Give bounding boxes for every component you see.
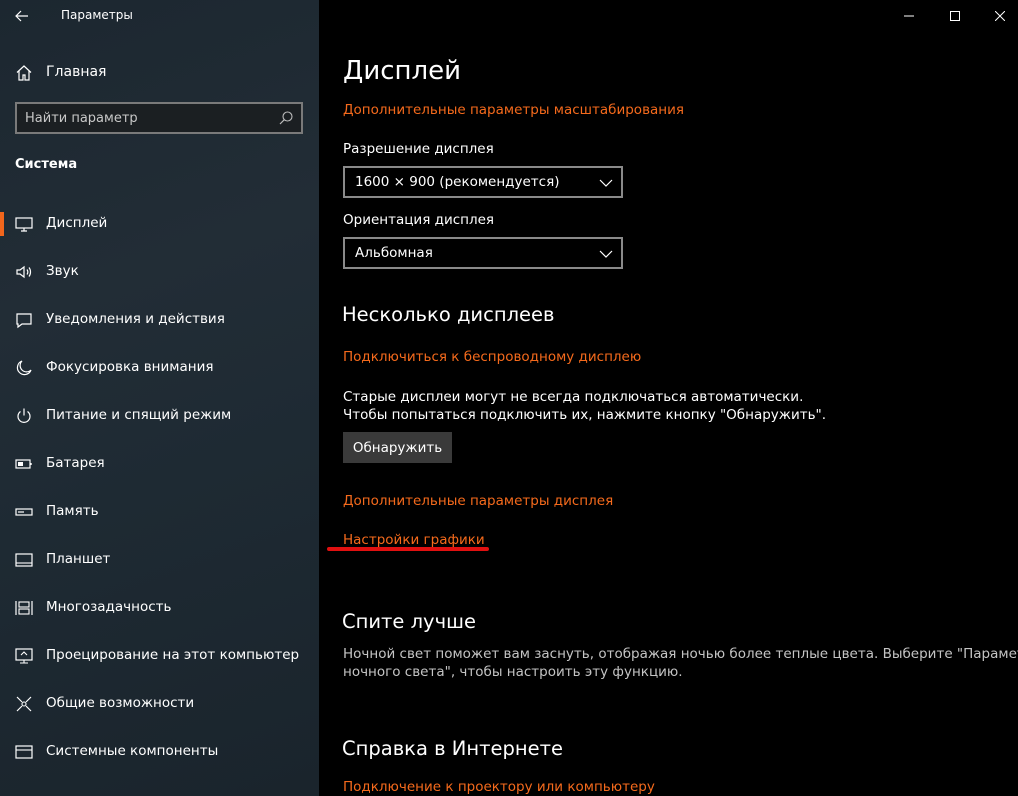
multitasking-icon	[15, 601, 33, 615]
sidebar-item-system-components[interactable]: Системные компоненты	[0, 728, 319, 776]
projector-help-link[interactable]: Подключение к проектору или компьютеру	[343, 779, 655, 795]
sidebar-item-tablet[interactable]: Планшет	[0, 536, 319, 584]
power-icon	[17, 408, 31, 423]
sidebar-item-notifications[interactable]: Уведомления и действия	[0, 296, 319, 344]
wireless-display-link[interactable]: Подключиться к беспроводному дисплею	[343, 349, 641, 365]
shared-experiences-icon	[16, 696, 32, 712]
sidebar-item-sound[interactable]: Звук	[0, 248, 319, 296]
resolution-label: Разрешение дисплея	[343, 141, 494, 157]
title-bar: Параметры	[0, 0, 319, 32]
sidebar-item-projecting[interactable]: Проецирование на этот компьютер	[0, 632, 319, 680]
sidebar-item-label: Фокусировка внимания	[46, 359, 214, 375]
sidebar-item-home[interactable]: Главная	[0, 56, 319, 88]
night-light-text-line2: ночного света", чтобы настроить эту функ…	[343, 664, 683, 680]
maximize-icon	[950, 11, 960, 21]
moon-icon	[16, 360, 32, 376]
back-button[interactable]	[8, 2, 36, 30]
app-title: Параметры	[61, 8, 133, 22]
sleep-better-heading: Спите лучше	[342, 610, 476, 633]
sidebar-nav: Дисплей Звук Уведомления и действия Фоку…	[0, 200, 319, 776]
night-light-text-line1: Ночной свет поможет вам заснуть, отображ…	[343, 646, 1018, 662]
orientation-select[interactable]: Альбомная	[343, 237, 623, 269]
detect-button[interactable]: Обнаружить	[343, 432, 452, 463]
annotation-underline	[327, 547, 489, 551]
minimize-button[interactable]	[886, 0, 932, 32]
orientation-label: Ориентация дисплея	[343, 212, 495, 228]
search-icon[interactable]	[279, 111, 293, 125]
sidebar-item-label: Память	[46, 503, 99, 519]
sidebar-item-label: Дисплей	[46, 215, 108, 231]
search-box[interactable]	[15, 102, 303, 134]
window-controls	[880, 0, 1018, 32]
sidebar-item-storage[interactable]: Память	[0, 488, 319, 536]
sidebar-item-label: Звук	[46, 263, 79, 279]
battery-icon	[15, 459, 32, 469]
orientation-value: Альбомная	[355, 245, 433, 261]
projecting-icon	[15, 648, 33, 664]
maximize-button[interactable]	[932, 0, 978, 32]
sidebar-item-label: Батарея	[46, 455, 105, 471]
sidebar-item-label: Проецирование на этот компьютер	[46, 647, 300, 663]
sidebar-item-label: Планшет	[46, 551, 111, 567]
old-displays-text-line1: Старые дисплеи могут не всегда подключат…	[343, 389, 804, 405]
web-help-heading: Справка в Интернете	[342, 737, 563, 760]
section-title: Система	[15, 157, 78, 172]
chevron-down-icon	[599, 179, 613, 187]
sidebar-item-display[interactable]: Дисплей	[0, 200, 319, 248]
monitor-icon	[15, 217, 33, 232]
speaker-icon	[16, 265, 32, 279]
scaling-settings-link[interactable]: Дополнительные параметры масштабирования	[343, 102, 684, 118]
sidebar-item-label: Уведомления и действия	[46, 311, 225, 327]
sidebar-item-label: Общие возможности	[46, 695, 195, 711]
notification-icon	[16, 313, 32, 329]
sidebar-item-label: Системные компоненты	[46, 743, 219, 759]
home-icon	[16, 65, 32, 81]
close-icon	[995, 11, 1005, 21]
sidebar: Параметры Главная Система Дисплей Звук У…	[0, 0, 319, 796]
system-components-icon	[15, 745, 33, 759]
graphics-settings-link[interactable]: Настройки графики	[343, 532, 485, 548]
search-input[interactable]	[25, 109, 265, 127]
multiple-displays-heading: Несколько дисплеев	[342, 303, 555, 326]
old-displays-text-line2: Чтобы попытаться подключить их, нажмите …	[343, 407, 827, 423]
minimize-icon	[904, 15, 914, 17]
sidebar-item-focus-assist[interactable]: Фокусировка внимания	[0, 344, 319, 392]
sidebar-item-battery[interactable]: Батарея	[0, 440, 319, 488]
sidebar-item-label: Многозадачность	[46, 599, 172, 615]
sidebar-item-power[interactable]: Питание и спящий режим	[0, 392, 319, 440]
back-arrow-icon	[15, 10, 28, 22]
sidebar-item-label: Питание и спящий режим	[46, 407, 232, 423]
sidebar-item-multitasking[interactable]: Многозадачность	[0, 584, 319, 632]
advanced-display-settings-link[interactable]: Дополнительные параметры дисплея	[343, 493, 613, 509]
tablet-icon	[15, 553, 33, 567]
chevron-down-icon	[599, 250, 613, 258]
sidebar-item-label: Главная	[46, 64, 107, 80]
active-indicator	[0, 212, 4, 236]
storage-icon	[15, 508, 33, 516]
close-button[interactable]	[977, 0, 1018, 32]
resolution-select[interactable]: 1600 × 900 (рекомендуется)	[343, 166, 623, 198]
page-title: Дисплей	[343, 56, 462, 86]
resolution-value: 1600 × 900 (рекомендуется)	[355, 174, 560, 190]
sidebar-item-shared-experiences[interactable]: Общие возможности	[0, 680, 319, 728]
